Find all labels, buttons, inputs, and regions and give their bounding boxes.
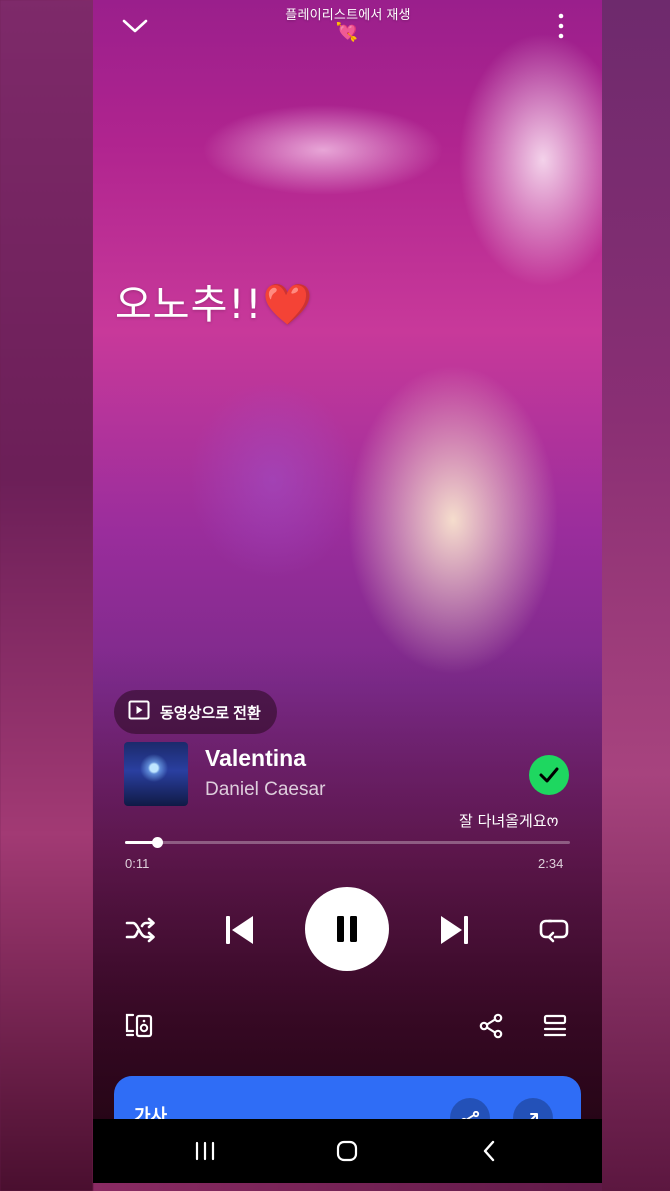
album-art[interactable] xyxy=(124,742,188,806)
shuffle-icon[interactable] xyxy=(117,906,165,954)
home-icon[interactable] xyxy=(325,1131,369,1171)
share-icon[interactable] xyxy=(471,1004,511,1048)
playing-from-label: 플레이리스트에서 재생 xyxy=(285,7,411,22)
check-circle-icon[interactable] xyxy=(529,755,569,795)
back-icon[interactable] xyxy=(467,1131,511,1171)
video-play-icon xyxy=(128,700,150,724)
track-title[interactable]: Valentina xyxy=(205,745,306,772)
elapsed-time: 0:11 xyxy=(125,856,150,871)
right-background-blur xyxy=(602,0,670,1191)
connect-device-icon[interactable] xyxy=(119,1004,159,1048)
story-caption: 오노추!!❤️ xyxy=(115,282,314,328)
story-overlay-text: 잘 다녀올게요ო xyxy=(459,812,559,830)
repeat-icon[interactable] xyxy=(530,906,578,954)
system-nav-bar xyxy=(93,1119,602,1183)
skip-previous-icon[interactable] xyxy=(215,906,263,954)
recents-icon[interactable] xyxy=(183,1131,227,1171)
skip-next-icon[interactable] xyxy=(431,906,479,954)
pause-icon[interactable] xyxy=(305,887,389,971)
progress-knob[interactable] xyxy=(151,837,163,848)
track-artist[interactable]: Daniel Caesar xyxy=(205,779,325,801)
total-time: 2:34 xyxy=(538,856,564,871)
queue-icon[interactable] xyxy=(535,1004,575,1048)
progress-bar[interactable] xyxy=(125,837,570,848)
switch-to-video-label: 동영상으로 전환 xyxy=(160,704,261,722)
left-background-blur xyxy=(0,0,93,1191)
more-vertical-icon[interactable] xyxy=(541,8,581,44)
now-playing-screen: 플레이리스트에서 재생 💘 오노추!!❤️ 동영상으로 전환 Valentina… xyxy=(93,0,602,1183)
heart-arrow-emoji: 💘 xyxy=(335,22,359,42)
switch-to-video-button[interactable]: 동영상으로 전환 xyxy=(114,690,277,734)
chevron-down-icon[interactable] xyxy=(113,8,157,44)
